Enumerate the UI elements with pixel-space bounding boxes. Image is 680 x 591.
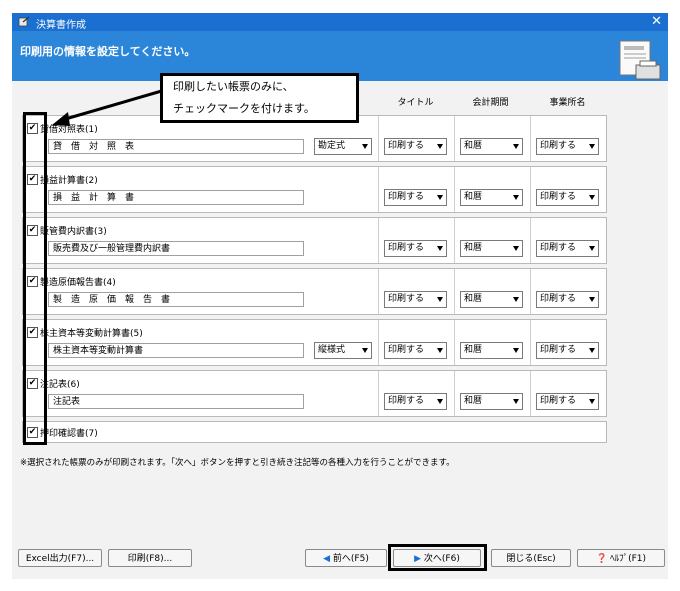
app-icon: [18, 16, 30, 27]
report-label: 株主資本等変動計算書(5): [40, 329, 143, 339]
report-label: 製造原価報告書(4): [40, 278, 116, 288]
chevron-down-icon: [362, 144, 368, 149]
chevron-down-icon: [513, 297, 519, 302]
column-header-title: タイトル: [397, 98, 434, 108]
excel-export-button[interactable]: Excel出力(F7)...: [18, 549, 102, 567]
format-select[interactable]: 縦様式: [314, 342, 372, 359]
chevron-down-icon: [589, 399, 595, 404]
chevron-down-icon: [589, 348, 595, 353]
period-select[interactable]: 和暦: [460, 393, 523, 410]
report-label: 損益計算書(2): [40, 176, 98, 186]
title-bar: 決算書作成 ✕: [12, 13, 668, 31]
document-printer-icon: [619, 40, 661, 80]
help-button[interactable]: ❓ ﾍﾙﾌﾟ(F1): [577, 549, 665, 567]
report-label: 販管費内訳書(3): [40, 227, 107, 237]
chevron-down-icon: [513, 246, 519, 251]
report-title-input[interactable]: 製 造 原 価 報 告 書: [48, 292, 304, 307]
office-print-select[interactable]: 印刷する: [536, 342, 599, 359]
instruction-callout: 印刷したい帳票のみに、 チェックマークを付けます。: [160, 73, 359, 123]
title-print-select[interactable]: 印刷する: [384, 240, 447, 257]
report-row-notes: ✔ 注記表(6) 注記表 印刷する 和暦 印刷する: [22, 370, 607, 417]
chevron-down-icon: [589, 144, 595, 149]
report-row-manufacturing-cost: ✔ 製造原価報告書(4) 製 造 原 価 報 告 書 印刷する 和暦 印刷する: [22, 268, 607, 315]
column-header-period: 会計期間: [472, 98, 509, 108]
annotation-arrow: [52, 88, 166, 126]
report-title-input[interactable]: 注記表: [48, 394, 304, 409]
chevron-down-icon: [513, 195, 519, 200]
title-print-select[interactable]: 印刷する: [384, 393, 447, 410]
next-button-highlight-box: [388, 544, 487, 571]
report-title-input[interactable]: 貸 借 対 照 表: [48, 139, 304, 154]
chevron-down-icon: [513, 399, 519, 404]
report-row-income-statement: ✔ 損益計算書(2) 損 益 計 算 書 印刷する 和暦 印刷する: [22, 166, 607, 213]
callout-line-2: チェックマークを付けます。: [173, 102, 315, 115]
close-button[interactable]: 閉じる(Esc): [491, 549, 571, 567]
office-print-select[interactable]: 印刷する: [536, 291, 599, 308]
chevron-down-icon: [437, 246, 443, 251]
print-button[interactable]: 印刷(F8)...: [108, 549, 192, 567]
report-row-seal-confirmation: ✔ 押印確認書(7): [22, 421, 607, 443]
report-title-input[interactable]: 損 益 計 算 書: [48, 190, 304, 205]
chevron-down-icon: [437, 144, 443, 149]
office-print-select[interactable]: 印刷する: [536, 189, 599, 206]
prev-button[interactable]: ◀ 前へ(F5): [305, 549, 387, 567]
period-select[interactable]: 和暦: [460, 342, 523, 359]
dialog-window: 決算書作成 ✕ 印刷用の情報を設定してください。 タイトル 会計期間 事業所名 …: [0, 0, 680, 591]
chevron-down-icon: [589, 195, 595, 200]
chevron-down-icon: [513, 348, 519, 353]
window-title: 決算書作成: [36, 20, 86, 31]
office-print-select[interactable]: 印刷する: [536, 138, 599, 155]
chevron-down-icon: [437, 348, 443, 353]
period-select[interactable]: 和暦: [460, 291, 523, 308]
report-row-sga-breakdown: ✔ 販管費内訳書(3) 販売費及び一般管理費内訳書 印刷する 和暦 印刷する: [22, 217, 607, 264]
help-icon: ❓: [595, 554, 608, 564]
chevron-down-icon: [589, 297, 595, 302]
column-header-office: 事業所名: [549, 98, 586, 108]
report-label: 押印確認書(7): [40, 429, 98, 439]
title-print-select[interactable]: 印刷する: [384, 138, 447, 155]
close-icon[interactable]: ✕: [651, 14, 662, 29]
report-title-input[interactable]: 株主資本等変動計算書: [48, 343, 304, 358]
checkbox-highlight-box: [23, 112, 47, 445]
office-print-select[interactable]: 印刷する: [536, 240, 599, 257]
chevron-down-icon: [513, 144, 519, 149]
title-print-select[interactable]: 印刷する: [384, 189, 447, 206]
chevron-down-icon: [437, 297, 443, 302]
format-select[interactable]: 勘定式: [314, 138, 372, 155]
report-row-equity-changes: ✔ 株主資本等変動計算書(5) 株主資本等変動計算書 縦様式 印刷する 和暦 印…: [22, 319, 607, 366]
chevron-down-icon: [362, 348, 368, 353]
banner-text: 印刷用の情報を設定してください。: [20, 45, 196, 58]
callout-line-1: 印刷したい帳票のみに、: [173, 80, 294, 93]
footnote-text: ※選択された帳票のみが印刷されます。「次へ」ボタンを押すと引き続き注記等の各種入…: [20, 458, 455, 468]
chevron-down-icon: [589, 246, 595, 251]
title-print-select[interactable]: 印刷する: [384, 342, 447, 359]
office-print-select[interactable]: 印刷する: [536, 393, 599, 410]
period-select[interactable]: 和暦: [460, 138, 523, 155]
arrow-left-icon: ◀: [323, 554, 331, 564]
chevron-down-icon: [437, 399, 443, 404]
report-title-input[interactable]: 販売費及び一般管理費内訳書: [48, 241, 304, 256]
period-select[interactable]: 和暦: [460, 240, 523, 257]
title-print-select[interactable]: 印刷する: [384, 291, 447, 308]
period-select[interactable]: 和暦: [460, 189, 523, 206]
chevron-down-icon: [437, 195, 443, 200]
